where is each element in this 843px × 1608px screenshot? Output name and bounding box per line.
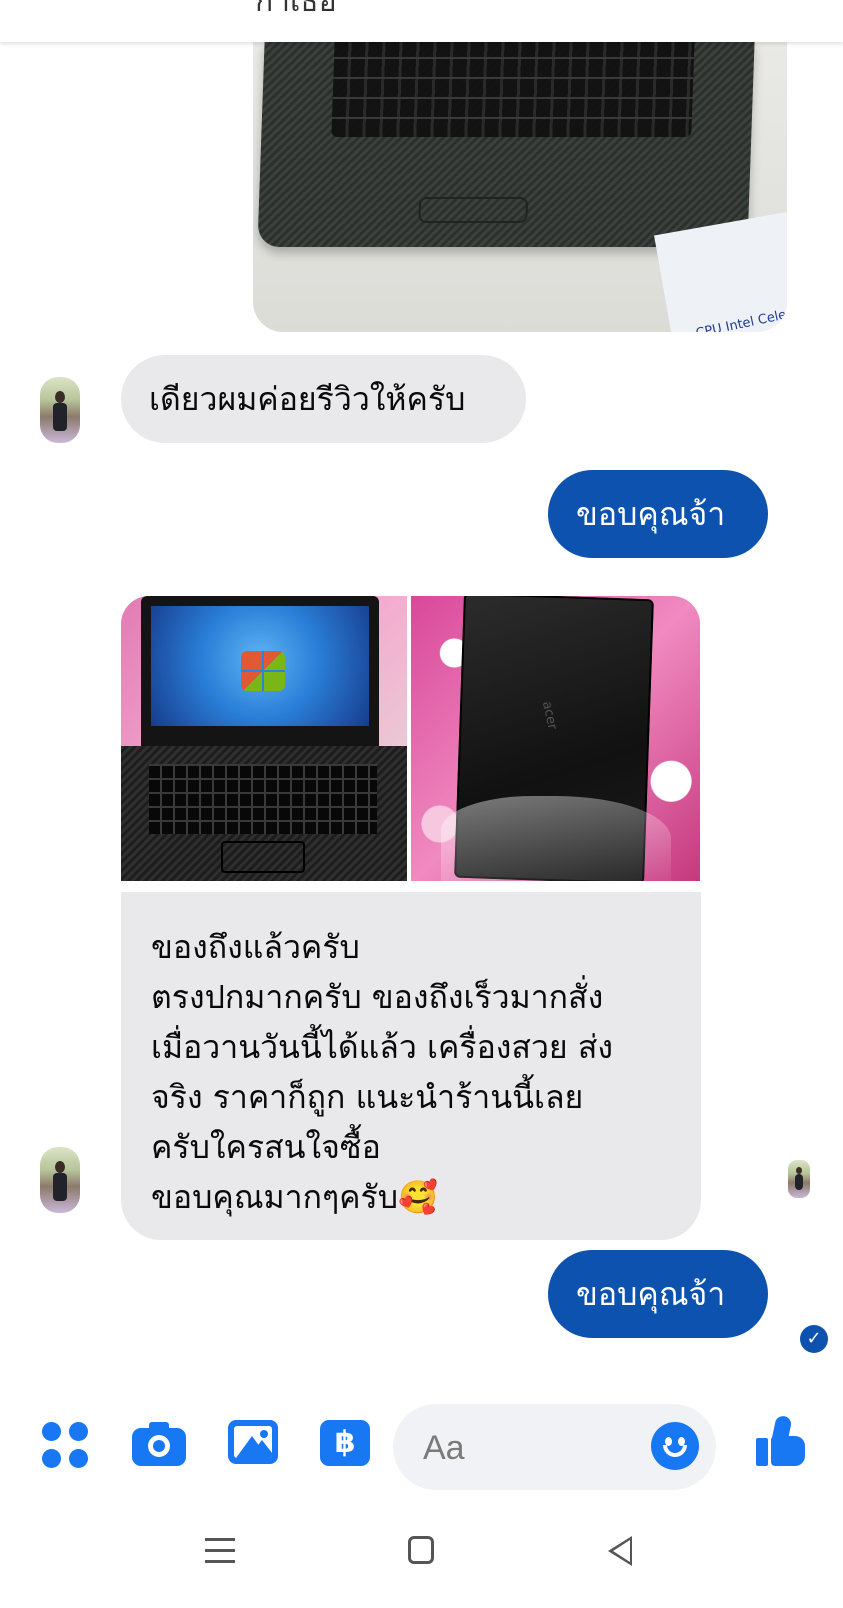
sent-check-icon: ✓: [800, 1325, 828, 1353]
message-line: ขอบคุณมากๆครับ🥰: [151, 1178, 438, 1216]
incoming-review-bubble: ของถึงแล้วครับ ตรงปกมากครับ ของถึงเร็วมา…: [121, 892, 701, 1240]
menu-grid-icon[interactable]: [42, 1422, 90, 1470]
message-composer: ฿: [0, 1390, 843, 1500]
nav-back-icon[interactable]: [608, 1536, 632, 1566]
message-line: จริง ราคาก็ถูก แนะนำร้านนี้เลย: [151, 1078, 584, 1116]
message-line: ตรงปกมากครับ ของถึงเร็วมากสั่ง: [151, 978, 604, 1016]
system-nav-bar: [0, 1500, 843, 1608]
message-line: ครับใครสนใจซื้อ: [151, 1128, 381, 1166]
nav-menu-icon[interactable]: [205, 1538, 235, 1564]
gallery-icon[interactable]: [228, 1420, 278, 1464]
nav-home-icon[interactable]: [408, 1536, 434, 1564]
read-receipt-avatar: [788, 1160, 810, 1198]
outgoing-message-bubble: ขอบคุณจ้า: [548, 470, 768, 558]
incoming-message-bubble: เดียวผมค่อยรีวิวให้ครับ: [121, 355, 526, 443]
header-title-fragment: กาเธอ: [255, 0, 337, 19]
emoji-icon[interactable]: [651, 1422, 699, 1470]
laptop-keyboard-photo[interactable]: CPU Intel Cele: [253, 42, 787, 332]
laptop-lid-photo[interactable]: acer: [411, 596, 700, 881]
message-text: ขอบคุณจ้า: [576, 495, 726, 533]
avatar[interactable]: [40, 377, 80, 443]
like-icon[interactable]: [756, 1414, 808, 1468]
message-text: ขอบคุณจ้า: [576, 1275, 726, 1313]
outgoing-message-bubble: ขอบคุณจ้า: [548, 1250, 768, 1338]
message-input[interactable]: [421, 1422, 635, 1474]
message-line: เมื่อวานวันนี้ได้แล้ว เครื่องสวย ส่ง: [151, 1028, 613, 1066]
camera-icon[interactable]: [132, 1420, 186, 1466]
payment-icon[interactable]: ฿: [320, 1420, 370, 1466]
message-line: ของถึงแล้วครับ: [151, 928, 360, 966]
message-input-container[interactable]: [393, 1404, 716, 1490]
laptop-open-photo[interactable]: [121, 596, 407, 881]
message-text: เดียวผมค่อยรีวิวให้ครับ: [149, 380, 466, 418]
avatar[interactable]: [40, 1147, 80, 1213]
chat-header: กาเธอ: [0, 0, 843, 42]
